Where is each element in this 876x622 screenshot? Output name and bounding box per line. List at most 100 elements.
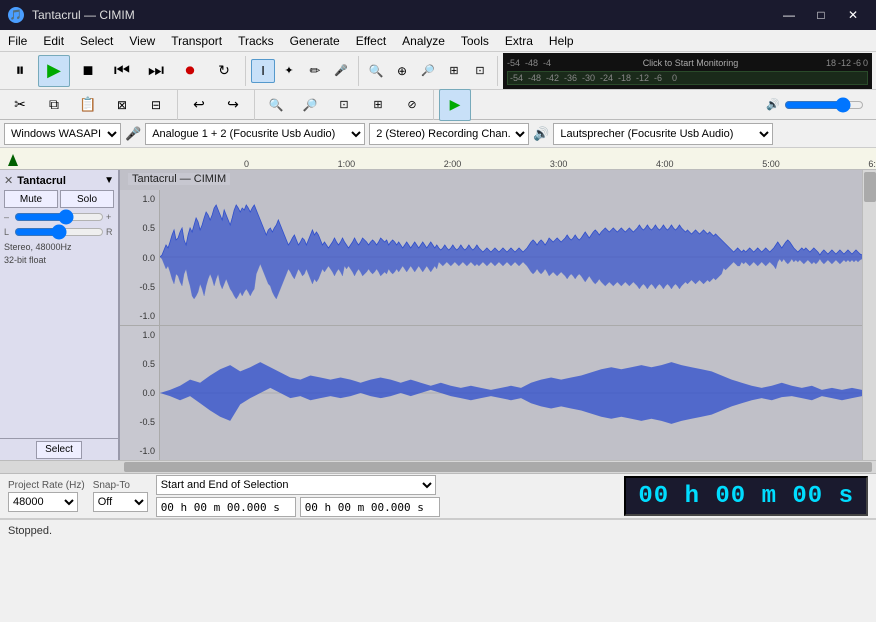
gain-label-left: – [4, 212, 12, 222]
scale-bot-1: 1.0 [142, 330, 155, 340]
scale-top: 1.0 0.5 0.0 -0.5 -1.0 [120, 190, 160, 325]
project-rate-select[interactable]: 48000 [8, 492, 78, 512]
mic-tool[interactable]: 🎤 [329, 59, 353, 83]
paste-button[interactable]: 📋 [72, 89, 104, 121]
play-btn2[interactable]: ▶ [439, 89, 471, 121]
skip-back-button[interactable]: ⏮ [106, 55, 138, 87]
record-button[interactable]: ⏺ [174, 55, 206, 87]
snap-to-select[interactable]: Off [93, 492, 148, 512]
track-controls: ✕ Tantacrul ▼ Mute Solo – + L R [0, 170, 118, 438]
zoom-out-tool[interactable]: 🔎 [416, 59, 440, 83]
select-button[interactable]: Select [36, 441, 82, 459]
menu-generate[interactable]: Generate [282, 30, 348, 51]
horizontal-scrollbar[interactable] [0, 460, 876, 474]
zoom-in-tool[interactable]: 🔍 [364, 59, 388, 83]
title-left: 🎵 Tantacrul — CIMIM [8, 7, 135, 23]
cut-button[interactable]: ✂ [4, 89, 36, 121]
waveform-svg-top [160, 190, 862, 325]
pm-48: -48 [528, 73, 544, 83]
ruler-0: 0 [244, 159, 249, 169]
h-scroll-thumb[interactable] [124, 462, 872, 472]
pm-30: -30 [582, 73, 598, 83]
minimize-button[interactable]: — [774, 0, 804, 30]
toggle-tool[interactable]: ⊡ [468, 59, 492, 83]
zoom-sel-tool[interactable]: ⊞ [442, 59, 466, 83]
silence-button[interactable]: ⊟ [140, 89, 172, 121]
menu-tools[interactable]: Tools [453, 30, 497, 51]
skip-fwd-button[interactable]: ⏭ [140, 55, 172, 87]
gain-slider[interactable] [14, 211, 104, 223]
volume-slider[interactable] [784, 100, 864, 110]
pm-6: -6 [654, 73, 670, 83]
zoom-in-btn2[interactable]: 🔍 [260, 89, 292, 121]
scale-12: -12 [838, 58, 851, 68]
pause-button[interactable]: ⏸ [4, 55, 36, 87]
zoom-fit-btn2[interactable]: ⊡ [328, 89, 360, 121]
menu-help[interactable]: Help [541, 30, 582, 51]
menu-extra[interactable]: Extra [497, 30, 541, 51]
main-time-display: 00 h 00 m 00 s [624, 476, 868, 516]
time-inputs-row: 00 h 00 m 00.000 s 00 h 00 m 00.000 s [156, 497, 617, 517]
menu-view[interactable]: View [121, 30, 163, 51]
level-meters: -54 -48 -4 Click to Start Monitoring 18 … [503, 53, 872, 89]
transport-toolbar: ⏸ ▶ ■ ⏮ ⏭ ⏺ ↻ I ✦ ✏ 🎤 🔍 ⊕ 🔎 ⊞ ⊡ -54 -48 … [0, 52, 876, 90]
mic-icon: 🎤 [125, 126, 141, 142]
separator3 [497, 56, 498, 86]
timeline-ruler[interactable]: 0 1:00 2:00 3:00 4:00 5:00 6:00 7:00 [0, 148, 876, 170]
scale-top-1: 1.0 [142, 194, 155, 204]
vertical-scrollbar[interactable] [862, 170, 876, 460]
loop-button[interactable]: ↻ [208, 55, 240, 87]
record-meter-row: -54 -48 -4 Click to Start Monitoring 18 … [507, 56, 868, 70]
pan-label-left: L [4, 227, 12, 237]
record-meter-4: -4 [543, 58, 555, 68]
solo-button[interactable]: Solo [60, 190, 114, 208]
trim-button[interactable]: ⊠ [106, 89, 138, 121]
selection-tool[interactable]: I [251, 59, 275, 83]
undo-button[interactable]: ↩ [183, 89, 215, 121]
gain-row: – + [4, 211, 114, 223]
menu-tracks[interactable]: Tracks [230, 30, 282, 51]
redo-button[interactable]: ↪ [217, 89, 249, 121]
zoom-sel-btn2[interactable]: ⊞ [362, 89, 394, 121]
scale-bot-0: 0.0 [142, 388, 155, 398]
output-device-select[interactable]: Lautsprecher (Focusrite Usb Audio) [553, 123, 773, 145]
input-device-select[interactable]: Analogue 1 + 2 (Focusrite Usb Audio) [145, 123, 365, 145]
menu-analyze[interactable]: Analyze [394, 30, 453, 51]
wasapi-select[interactable]: Windows WASAPI [4, 123, 121, 145]
maximize-button[interactable]: □ [806, 0, 836, 30]
track-menu-arrow[interactable]: ▼ [104, 175, 114, 186]
v-scroll-thumb[interactable] [864, 172, 876, 202]
volume-icon: 🔊 [766, 98, 780, 111]
copy-button[interactable]: ⧉ [38, 89, 70, 121]
channel-select[interactable]: 2 (Stereo) Recording Chan... [369, 123, 529, 145]
end-time-display[interactable]: 00 h 00 m 00.000 s [300, 497, 440, 517]
scale-bottom: 1.0 0.5 0.0 -0.5 -1.0 [120, 326, 160, 460]
close-button[interactable]: ✕ [838, 0, 868, 30]
waveform-top-container [160, 190, 862, 325]
menu-transport[interactable]: Transport [163, 30, 230, 51]
zoom-t-btn[interactable]: ⊘ [396, 89, 428, 121]
pan-slider[interactable] [14, 226, 104, 238]
mute-button[interactable]: Mute [4, 190, 58, 208]
stop-button[interactable]: ■ [72, 55, 104, 87]
volume-control: 🔊 [766, 98, 864, 111]
multitool[interactable]: ✦ [277, 59, 301, 83]
draw-tool[interactable]: ✏ [303, 59, 327, 83]
selection-mode-select[interactable]: Start and End of Selection [156, 475, 436, 495]
track-close-btn[interactable]: ✕ [4, 174, 13, 187]
zoom-fit-tool[interactable]: ⊕ [390, 59, 414, 83]
menu-select[interactable]: Select [72, 30, 121, 51]
menu-effect[interactable]: Effect [348, 30, 394, 51]
play-meter-row: -54 -48 -42 -36 -30 -24 -18 -12 -6 0 [507, 71, 868, 85]
waveform-display[interactable]: Tantacrul — CIMIM 1.0 0.5 0.0 -0.5 -1.0 [120, 170, 862, 460]
scale-top-n1: -1.0 [139, 311, 155, 321]
click-monitor-text[interactable]: Click to Start Monitoring [557, 58, 824, 68]
scale-18: 18 [826, 58, 836, 68]
menu-edit[interactable]: Edit [35, 30, 72, 51]
play-button[interactable]: ▶ [38, 55, 70, 87]
start-time-display[interactable]: 00 h 00 m 00.000 s [156, 497, 296, 517]
scale-top-n05: -0.5 [139, 282, 155, 292]
menu-file[interactable]: File [0, 30, 35, 51]
scale-6: -6 [853, 58, 861, 68]
zoom-out-btn2[interactable]: 🔎 [294, 89, 326, 121]
